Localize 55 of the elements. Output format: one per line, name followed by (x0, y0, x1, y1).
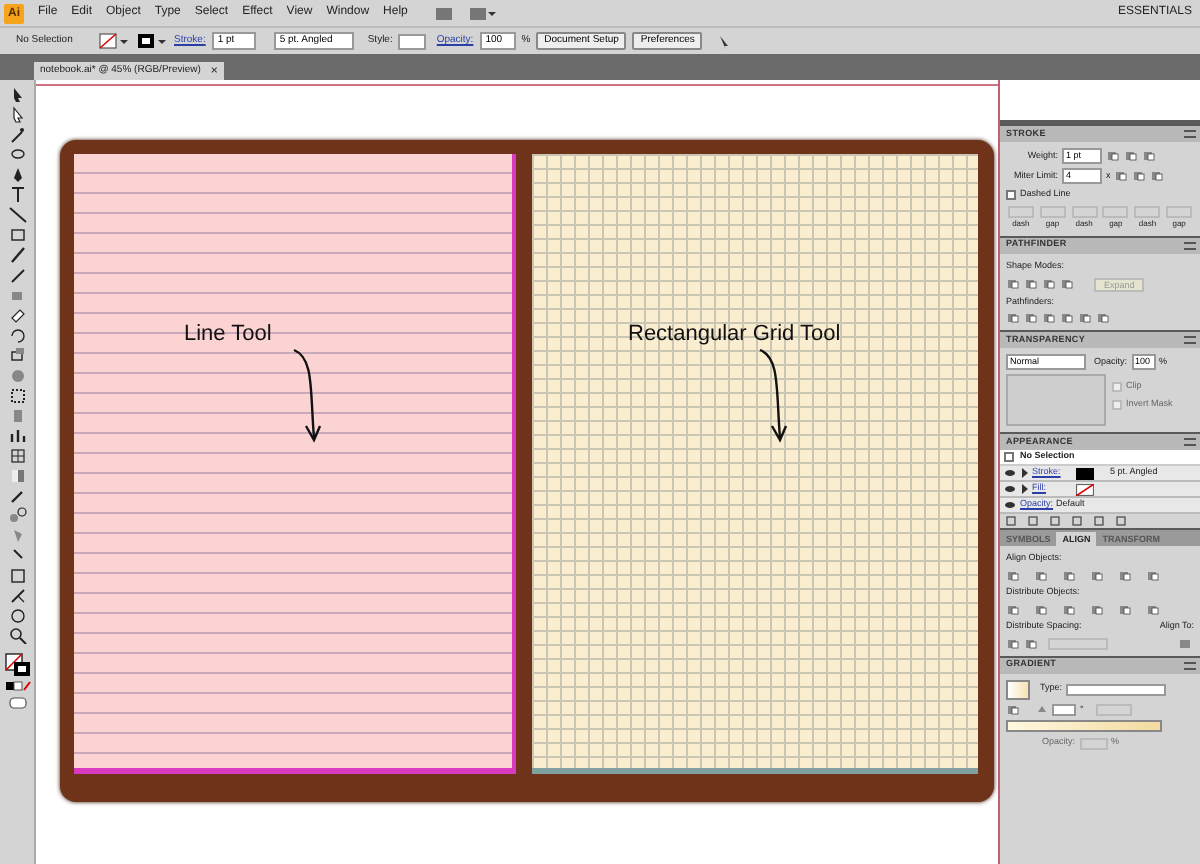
direct-selection-icon[interactable] (7, 106, 27, 124)
zoom-icon[interactable] (7, 626, 27, 644)
dash-field (1071, 205, 1098, 218)
stroke-swatch-icon[interactable] (136, 32, 168, 50)
checkbox[interactable] (1112, 382, 1122, 393)
opacity-field (1079, 737, 1108, 750)
gradient-swatch[interactable] (1006, 679, 1030, 699)
fill-swatch-icon[interactable] (1076, 483, 1094, 496)
gradient-icon[interactable] (7, 466, 27, 484)
dash-field (1166, 205, 1193, 218)
artboard-icon[interactable] (7, 566, 27, 584)
dash-field (1007, 205, 1034, 218)
panel-action-icon[interactable] (1050, 516, 1060, 527)
panel-action-icon[interactable] (1028, 516, 1038, 527)
gradient-type-dropdown[interactable] (1066, 683, 1167, 695)
spacing-field (1048, 637, 1108, 649)
stroke-swatch-icon[interactable] (1076, 467, 1094, 480)
aspect-field (1095, 703, 1132, 716)
magic-wand-icon[interactable] (7, 126, 27, 144)
blend-icon[interactable] (7, 506, 27, 524)
curved-arrow (290, 346, 326, 446)
panel-menu-icon[interactable] (1184, 661, 1196, 669)
line-icon[interactable] (7, 206, 27, 224)
checkbox[interactable] (1112, 399, 1122, 410)
panel-action-icon[interactable] (1094, 516, 1104, 527)
eraser-icon[interactable] (7, 306, 27, 324)
fill-swatch-icon[interactable] (98, 32, 130, 50)
fill-stroke-icon[interactable] (3, 652, 31, 678)
angle-field[interactable] (1052, 703, 1076, 716)
panel-menu-icon[interactable] (1184, 438, 1196, 447)
rotate-icon[interactable] (7, 326, 27, 344)
color-mode-icon[interactable] (3, 680, 31, 692)
curved-arrow (756, 346, 792, 446)
column-graph-icon[interactable] (7, 426, 27, 444)
panel-action-icon[interactable] (1116, 516, 1126, 527)
style-dropdown[interactable] (398, 33, 427, 49)
panel-action-icon[interactable] (1006, 516, 1016, 527)
panel-menu-icon[interactable] (1184, 241, 1196, 250)
brush-icon[interactable] (7, 246, 27, 264)
dash-field (1134, 205, 1161, 218)
mask-thumbnail (1006, 374, 1106, 427)
annotation-label: Line Tool (184, 320, 272, 350)
dash-field (1102, 205, 1129, 218)
panel-menu-icon[interactable] (1184, 336, 1196, 345)
pencil-icon[interactable] (7, 266, 27, 284)
rectangle-icon[interactable] (7, 226, 27, 244)
free-transform-icon[interactable] (7, 386, 27, 404)
annotation-label: Rectangular Grid Tool (628, 320, 841, 350)
type-icon[interactable] (7, 186, 27, 204)
panel-action-icon[interactable] (1072, 516, 1082, 527)
checkbox[interactable] (1006, 189, 1016, 200)
mesh-icon[interactable] (7, 446, 27, 464)
dash-field (1039, 205, 1066, 218)
eyedropper-icon[interactable] (7, 486, 27, 504)
panel-menu-icon[interactable] (1184, 130, 1196, 138)
